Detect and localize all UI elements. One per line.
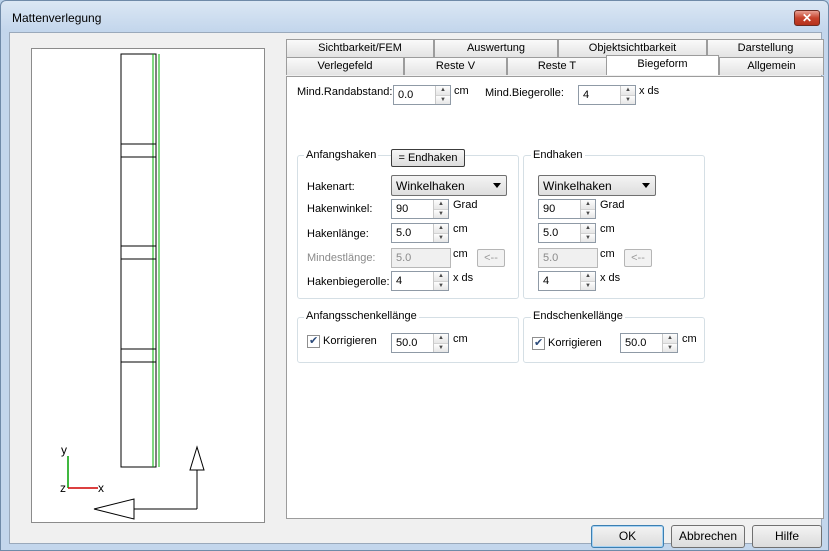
anfangshaken-title: Anfangshaken [304, 149, 379, 161]
axis-x-label: x [98, 481, 104, 495]
biegerolle-spinner[interactable]: 4 ▲ ▼ [578, 85, 636, 105]
tab-biegeform[interactable]: Biegeform [606, 55, 719, 75]
chevron-down-icon [642, 183, 650, 188]
anfang-hakenart-select[interactable]: Winkelhaken [391, 175, 507, 196]
dialog-client-area: y x z Sichtbarkeit/FEM Auswertung Objekt… [9, 32, 824, 548]
biegerolle-label: Mind.Biegerolle: [485, 87, 564, 99]
spin-up-icon[interactable]: ▲ [434, 334, 448, 343]
endschenkel-title: Endschenkellänge [531, 310, 625, 322]
biegeform-panel: Mind.Randabstand: 0.0 ▲ ▼ cm Mind.Biegero… [286, 76, 824, 519]
randabstand-label: Mind.Randabstand: [297, 86, 393, 98]
anfangsschenkel-title: Anfangsschenkellänge [304, 310, 419, 322]
spin-down-icon[interactable]: ▼ [434, 343, 448, 352]
anfangsschenkel-checkbox[interactable]: ✔ [307, 335, 320, 348]
spin-down-icon[interactable]: ▼ [436, 95, 450, 104]
tab-sichtbarkeit-fem[interactable]: Sichtbarkeit/FEM [286, 39, 434, 57]
end-hakenlaenge-unit: cm [600, 223, 615, 235]
randabstand-unit: cm [454, 85, 469, 97]
spin-up-icon[interactable]: ▲ [434, 272, 448, 281]
chevron-down-icon [493, 183, 501, 188]
randabstand-spinner[interactable]: 0.0 ▲ ▼ [393, 85, 451, 105]
anfangsschenkel-unit: cm [453, 333, 468, 345]
end-hakenwinkel-spinner[interactable]: 90 ▲ ▼ [538, 199, 596, 219]
spin-up-icon[interactable]: ▲ [581, 272, 595, 281]
biegerolle-unit: x ds [639, 85, 660, 97]
endschenkel-checkbox-label[interactable]: Korrigieren [548, 337, 602, 349]
tab-verlegefeld[interactable]: Verlegefeld [286, 57, 404, 75]
endhaken-title: Endhaken [531, 149, 585, 161]
tab-reste-t[interactable]: Reste T [507, 57, 607, 75]
end-hakenart-select[interactable]: Winkelhaken [538, 175, 656, 196]
anfang-apply-min-button[interactable]: <-- [477, 249, 505, 267]
spin-down-icon[interactable]: ▼ [663, 343, 677, 352]
spin-up-icon[interactable]: ▲ [581, 224, 595, 233]
spin-up-icon[interactable]: ▲ [436, 86, 450, 95]
anfang-mindestlaenge-unit: cm [453, 248, 468, 260]
copy-endhaken-button[interactable]: = Endhaken [391, 149, 465, 167]
spin-down-icon[interactable]: ▼ [581, 281, 595, 290]
anfang-hakenlaenge-spinner[interactable]: 5.0 ▲ ▼ [391, 223, 449, 243]
checkmark-icon: ✔ [534, 337, 544, 349]
endschenkel-unit: cm [682, 333, 697, 345]
anfang-mindestlaenge-field: 5.0 [391, 248, 451, 268]
tab-allgemein[interactable]: Allgemein [719, 57, 824, 75]
anfang-hakenwinkel-unit: Grad [453, 199, 478, 211]
end-biegerolle-spinner[interactable]: 4 ▲ ▼ [538, 271, 596, 291]
spin-down-icon[interactable]: ▼ [434, 233, 448, 242]
window-title: Mattenverlegung [12, 11, 102, 25]
mindestlaenge-label: Mindestlänge: [307, 252, 376, 264]
preview-drawing: y x z [60, 53, 205, 520]
spin-down-icon[interactable]: ▼ [621, 95, 635, 104]
axis-indicator: y x z [60, 443, 104, 495]
spin-up-icon[interactable]: ▲ [621, 86, 635, 95]
anfang-hakenwinkel-spinner[interactable]: 90 ▲ ▼ [391, 199, 449, 219]
axis-y-label: y [61, 443, 67, 457]
spin-down-icon[interactable]: ▼ [581, 209, 595, 218]
mat-strip [120, 53, 160, 468]
ok-button[interactable]: OK [591, 525, 664, 548]
anfang-biegerolle-spinner[interactable]: 4 ▲ ▼ [391, 271, 449, 291]
anfangsschenkel-checkbox-label[interactable]: Korrigieren [323, 335, 377, 347]
end-mindestlaenge-unit: cm [600, 248, 615, 260]
hakenwinkel-label: Hakenwinkel: [307, 203, 373, 215]
help-button[interactable]: Hilfe [752, 525, 822, 548]
endschenkel-spinner[interactable]: 50.0 ▲ ▼ [620, 333, 678, 353]
spin-down-icon[interactable]: ▼ [581, 233, 595, 242]
spin-up-icon[interactable]: ▲ [663, 334, 677, 343]
close-icon[interactable]: ✕ [794, 10, 820, 26]
anfang-biegerolle-unit: x ds [453, 272, 474, 284]
title-bar: Mattenverlegung ✕ [1, 1, 828, 31]
end-hakenwinkel-unit: Grad [600, 199, 625, 211]
anfangsschenkel-spinner[interactable]: 50.0 ▲ ▼ [391, 333, 449, 353]
spin-up-icon[interactable]: ▲ [434, 200, 448, 209]
tab-darstellung[interactable]: Darstellung [707, 39, 824, 57]
spin-down-icon[interactable]: ▼ [434, 209, 448, 218]
end-mindestlaenge-field: 5.0 [538, 248, 598, 268]
tab-reste-v[interactable]: Reste V [404, 57, 507, 75]
hakenart-label: Hakenart: [307, 181, 355, 193]
mat-preview-canvas: y x z [31, 48, 265, 523]
checkmark-icon: ✔ [309, 335, 319, 347]
hakenbiegerolle-label: Hakenbiegerolle: [307, 276, 390, 288]
end-hakenlaenge-spinner[interactable]: 5.0 ▲ ▼ [538, 223, 596, 243]
spin-up-icon[interactable]: ▲ [581, 200, 595, 209]
hakenlaenge-label: Hakenlänge: [307, 228, 369, 240]
navigation-arrows[interactable] [93, 445, 205, 520]
dialog-window: Mattenverlegung ✕ y x z Sichtbarkeit/FEM… [0, 0, 829, 551]
end-biegerolle-unit: x ds [600, 272, 621, 284]
axis-z-label: z [60, 481, 66, 495]
endschenkel-checkbox[interactable]: ✔ [532, 337, 545, 350]
spin-up-icon[interactable]: ▲ [434, 224, 448, 233]
spin-down-icon[interactable]: ▼ [434, 281, 448, 290]
cancel-button[interactable]: Abbrechen [671, 525, 745, 548]
anfang-hakenlaenge-unit: cm [453, 223, 468, 235]
end-apply-min-button[interactable]: <-- [624, 249, 652, 267]
tab-auswertung[interactable]: Auswertung [434, 39, 558, 57]
